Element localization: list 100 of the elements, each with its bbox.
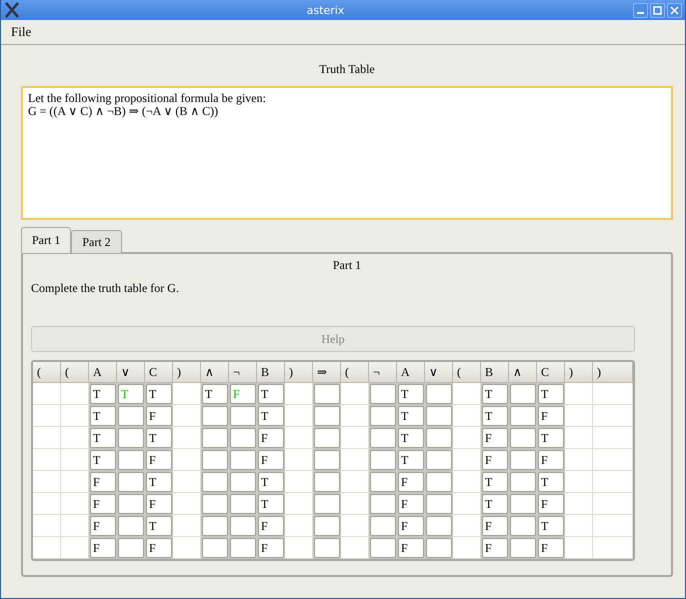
truth-value-input[interactable]: F bbox=[398, 472, 424, 492]
truth-value-input[interactable]: T bbox=[398, 384, 424, 404]
truth-value-input[interactable] bbox=[202, 472, 228, 492]
truth-value-input[interactable] bbox=[314, 494, 340, 514]
truth-value-input[interactable] bbox=[426, 428, 452, 448]
truth-value-input[interactable] bbox=[118, 494, 144, 514]
truth-value-input[interactable] bbox=[202, 428, 228, 448]
truth-value-input[interactable] bbox=[510, 494, 536, 514]
truth-value-input[interactable] bbox=[426, 406, 452, 426]
truth-value-input[interactable] bbox=[370, 450, 396, 470]
truth-value-input[interactable]: T bbox=[482, 472, 508, 492]
truth-value-input[interactable]: T bbox=[258, 472, 284, 492]
truth-value-input[interactable]: F bbox=[90, 494, 116, 514]
truth-value-input[interactable]: F bbox=[146, 494, 172, 514]
truth-value-input[interactable]: F bbox=[398, 538, 424, 558]
truth-value-input[interactable] bbox=[510, 516, 536, 536]
truth-value-input[interactable]: F bbox=[258, 516, 284, 536]
truth-value-input[interactable]: F bbox=[538, 406, 564, 426]
truth-value-input[interactable]: F bbox=[482, 428, 508, 448]
truth-value-input[interactable] bbox=[118, 516, 144, 536]
truth-value-input[interactable]: T bbox=[90, 450, 116, 470]
truth-value-input[interactable] bbox=[230, 516, 256, 536]
truth-value-input[interactable] bbox=[118, 538, 144, 558]
truth-value-input[interactable]: T bbox=[482, 406, 508, 426]
truth-value-input[interactable] bbox=[370, 494, 396, 514]
truth-value-input[interactable]: F bbox=[482, 538, 508, 558]
truth-value-input[interactable] bbox=[370, 472, 396, 492]
truth-value-input[interactable]: T bbox=[398, 450, 424, 470]
truth-value-input[interactable]: F bbox=[398, 494, 424, 514]
truth-value-input[interactable] bbox=[118, 450, 144, 470]
truth-value-input[interactable] bbox=[230, 538, 256, 558]
truth-value-input[interactable] bbox=[426, 516, 452, 536]
truth-value-input[interactable]: F bbox=[258, 538, 284, 558]
truth-value-input[interactable]: F bbox=[482, 516, 508, 536]
truth-value-input[interactable]: F bbox=[482, 450, 508, 470]
truth-value-input[interactable]: F bbox=[146, 538, 172, 558]
minimize-button[interactable] bbox=[633, 2, 648, 18]
truth-value-input[interactable]: T bbox=[538, 472, 564, 492]
truth-value-input[interactable]: T bbox=[90, 406, 116, 426]
truth-value-input[interactable]: F bbox=[398, 516, 424, 536]
truth-value-input[interactable]: T bbox=[398, 428, 424, 448]
truth-value-input[interactable]: T bbox=[398, 406, 424, 426]
truth-value-input[interactable] bbox=[118, 406, 144, 426]
truth-value-input[interactable] bbox=[426, 494, 452, 514]
truth-value-input[interactable] bbox=[314, 384, 340, 404]
truth-value-input[interactable] bbox=[202, 494, 228, 514]
truth-value-input[interactable]: F bbox=[146, 406, 172, 426]
truth-value-input[interactable] bbox=[314, 450, 340, 470]
truth-value-input[interactable]: T bbox=[538, 516, 564, 536]
truth-value-input[interactable] bbox=[202, 516, 228, 536]
truth-value-input[interactable] bbox=[202, 406, 228, 426]
truth-value-input[interactable]: F bbox=[90, 538, 116, 558]
truth-value-input[interactable]: T bbox=[90, 428, 116, 448]
truth-value-input[interactable] bbox=[370, 538, 396, 558]
truth-value-input[interactable] bbox=[202, 538, 228, 558]
truth-value-input[interactable] bbox=[370, 384, 396, 404]
truth-value-input[interactable] bbox=[230, 472, 256, 492]
truth-value-input[interactable] bbox=[426, 450, 452, 470]
truth-value-input[interactable]: T bbox=[258, 384, 284, 404]
truth-value-input[interactable] bbox=[230, 428, 256, 448]
truth-value-input[interactable]: F bbox=[90, 516, 116, 536]
truth-value-input[interactable] bbox=[510, 538, 536, 558]
truth-value-input[interactable]: T bbox=[146, 428, 172, 448]
truth-value-input[interactable]: T bbox=[90, 384, 116, 404]
tab[interactable]: Part 1 bbox=[21, 227, 72, 253]
truth-value-input[interactable] bbox=[118, 428, 144, 448]
truth-value-input[interactable] bbox=[510, 406, 536, 426]
truth-value-input[interactable]: F bbox=[538, 538, 564, 558]
truth-value-input[interactable] bbox=[314, 516, 340, 536]
truth-value-input[interactable] bbox=[426, 538, 452, 558]
truth-value-input[interactable] bbox=[426, 384, 452, 404]
truth-value-input[interactable] bbox=[118, 472, 144, 492]
truth-value-input[interactable] bbox=[510, 450, 536, 470]
truth-value-input[interactable] bbox=[426, 472, 452, 492]
truth-value-input[interactable]: T bbox=[146, 516, 172, 536]
truth-value-input[interactable] bbox=[370, 428, 396, 448]
truth-value-input[interactable] bbox=[230, 406, 256, 426]
truth-value-input[interactable] bbox=[370, 406, 396, 426]
menu-item[interactable]: File bbox=[11, 24, 32, 40]
truth-value-input[interactable]: T bbox=[482, 384, 508, 404]
truth-value-input[interactable]: T bbox=[538, 384, 564, 404]
truth-value-input[interactable] bbox=[510, 472, 536, 492]
truth-value-input[interactable]: F bbox=[258, 450, 284, 470]
truth-value-input[interactable]: T bbox=[538, 428, 564, 448]
truth-value-input[interactable]: F bbox=[538, 494, 564, 514]
truth-value-input[interactable]: F bbox=[90, 472, 116, 492]
truth-value-input[interactable] bbox=[510, 384, 536, 404]
maximize-button[interactable] bbox=[650, 2, 665, 18]
truth-value-input[interactable] bbox=[314, 428, 340, 448]
truth-value-input[interactable] bbox=[230, 450, 256, 470]
truth-value-input[interactable]: F bbox=[538, 450, 564, 470]
truth-value-input[interactable] bbox=[230, 494, 256, 514]
problem-text-area[interactable]: Let the following propositional formula be given: G = ((A ∨ C) ∧ ¬B) ⇒ (¬A ∨ (B ∧ C)) bbox=[21, 86, 673, 220]
truth-value-input[interactable] bbox=[370, 516, 396, 536]
truth-value-input[interactable]: F bbox=[146, 450, 172, 470]
truth-value-input[interactable] bbox=[314, 472, 340, 492]
truth-value-input[interactable] bbox=[202, 450, 228, 470]
truth-value-input[interactable]: T bbox=[202, 384, 228, 404]
truth-value-input[interactable] bbox=[314, 538, 340, 558]
truth-value-input[interactable]: T bbox=[482, 494, 508, 514]
